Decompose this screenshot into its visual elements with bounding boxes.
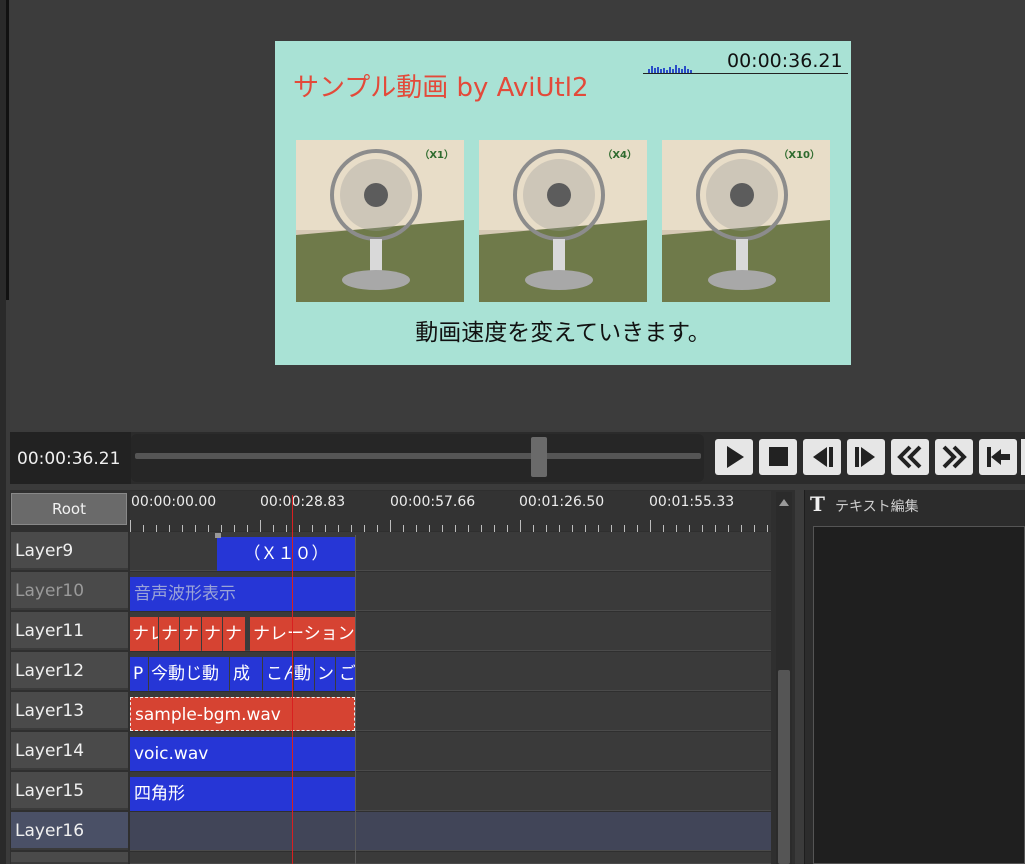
video-preview-frame: サンプル動画 by AviUtl2 00:00:36.21 （X1） （X4） … [275,41,851,365]
rectangle-clip[interactable]: 四角形 [130,777,355,811]
layer-header[interactable]: Layer10 [11,572,128,610]
voice-audio-clip[interactable]: voic.wav [130,737,355,771]
fan-thumbnail-x10: （X10） [662,140,830,302]
text-edit-field[interactable] [813,526,1025,864]
narration-clip[interactable]: ナ [180,617,201,651]
subtitle-clip[interactable]: ン [315,657,335,691]
narration-clip[interactable]: ナレ [130,617,158,651]
stop-icon [769,447,788,466]
left-edge-mark [6,0,9,300]
current-time-display: 00:00:36.21 [17,449,121,469]
text-clip[interactable]: （Ｘ１０） [217,537,355,571]
previous-frame-button[interactable] [803,439,841,475]
jump-to-start-button[interactable] [979,439,1017,475]
subtitle-clip[interactable]: 今動じ動 [149,657,229,691]
clip-marker [215,533,221,538]
subtitle-clip[interactable]: ご [336,657,355,691]
fan-thumbnail-x1: （X1） [296,140,464,302]
ruler-label: 00:01:26.50 [519,494,605,510]
jump-start-icon [987,447,1010,467]
audio-waveform-icon [648,65,692,73]
text-edit-title: テキスト編集 [835,499,919,515]
layer-header[interactable]: Layer9 [11,532,128,570]
layer-header[interactable]: Layer13 [11,692,128,730]
rewind-button[interactable] [891,439,929,475]
step-back-icon [813,447,833,467]
narration-clip[interactable]: ナレーションせ [250,617,355,651]
fast-forward-button[interactable] [935,439,973,475]
text-tool-icon: T [810,492,825,516]
step-forward-icon [855,447,875,467]
root-button[interactable]: Root [11,493,127,525]
thumbnail-label: （X1） [419,150,454,161]
fast-forward-icon [942,445,967,469]
ruler-label: 00:00:57.66 [390,494,476,510]
fan-thumbnail-x4: （X4） [479,140,647,302]
thumbnail-label: （X10） [778,150,820,161]
subtitle-clip[interactable]: 成 [230,657,262,691]
narration-clip[interactable]: ナ [159,617,179,651]
narration-clip[interactable]: ナ [202,617,222,651]
layer-header-next[interactable] [11,852,128,864]
video-title-text: サンプル動画 by AviUtl2 [293,73,589,103]
next-frame-button[interactable] [847,439,885,475]
stop-button[interactable] [759,439,797,475]
subtitle-clip[interactable]: こん [263,657,293,691]
bgm-audio-clip[interactable]: sample-bgm.wav [130,697,355,731]
ruler-ticks [130,520,768,532]
ruler-label: 00:00:28.83 [260,494,346,510]
ruler-label: 00:00:00.00 [131,494,217,510]
scroll-up-arrow-icon[interactable] [777,497,791,507]
layer-header[interactable]: Layer11 [11,612,128,650]
playhead-cursor[interactable] [292,495,293,864]
layer-header-selected[interactable]: Layer16 [11,812,128,850]
layer-header[interactable]: Layer15 [11,772,128,810]
subtitle-clip[interactable]: P [130,657,148,691]
layer-lane[interactable] [130,852,771,864]
layer-lane-selected[interactable] [130,812,771,851]
scene-end-line [355,535,356,864]
ruler-label: 00:01:55.33 [649,494,735,510]
play-icon [727,446,744,468]
play-button[interactable] [715,439,753,475]
seek-bar-track[interactable] [135,453,701,459]
layer-header[interactable]: Layer14 [11,732,128,770]
video-caption: 動画速度を変えていきます。 [415,320,711,346]
scrollbar-thumb[interactable] [778,670,790,864]
more-controls-edge[interactable] [1021,439,1025,475]
subtitle-clip[interactable]: 動 [294,657,314,691]
waveform-clip[interactable]: 音声波形表示 [130,577,355,611]
narration-clip[interactable]: ナ [223,617,245,651]
seek-bar-handle[interactable] [531,437,547,477]
overlay-timecode: 00:00:36.21 [727,50,843,72]
layer-header[interactable]: Layer12 [11,652,128,690]
timecode-underline [643,73,848,74]
rewind-icon [897,445,922,469]
thumbnail-label: （X4） [602,150,637,161]
